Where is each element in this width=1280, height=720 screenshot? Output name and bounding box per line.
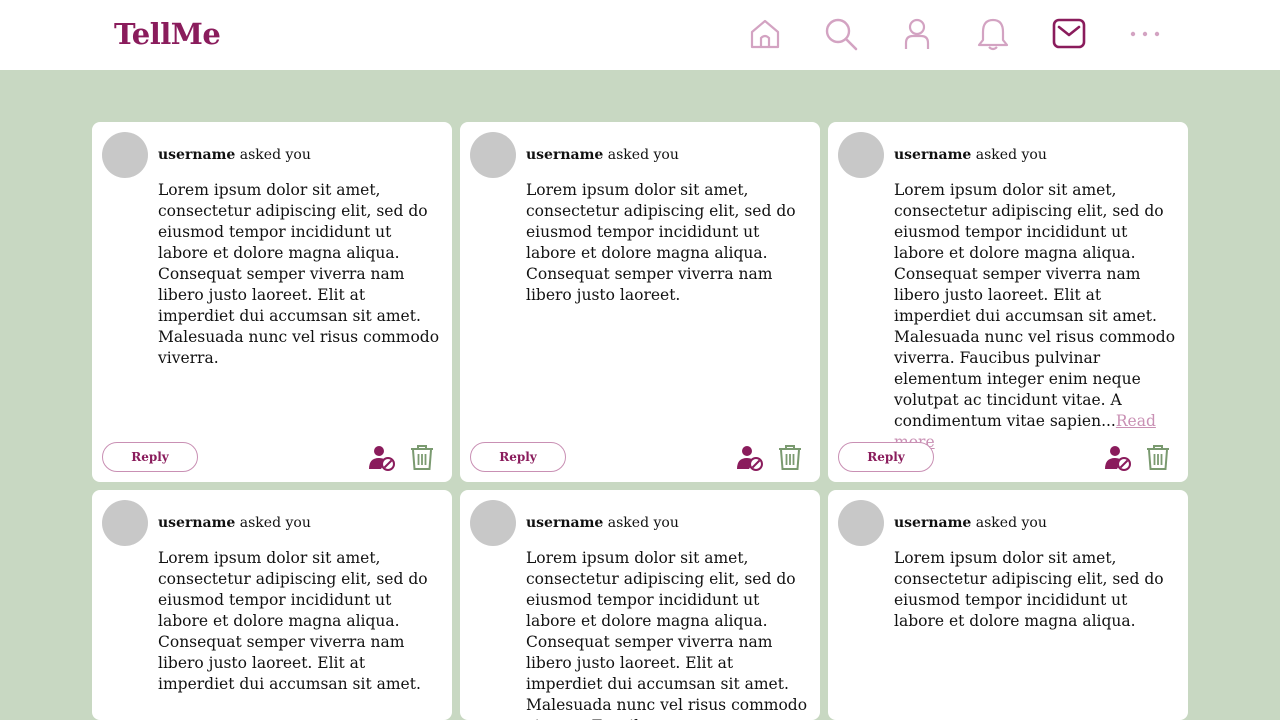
asked-line: username asked you	[894, 515, 1047, 531]
asked-text: asked you	[603, 515, 679, 531]
avatar[interactable]	[102, 500, 148, 546]
asked-line: username asked you	[158, 147, 311, 163]
question-text: Lorem ipsum dolor sit amet, consectetur …	[894, 548, 1176, 632]
asked-line: username asked you	[158, 515, 311, 531]
home-icon[interactable]	[747, 16, 783, 52]
asked-text: asked you	[971, 515, 1047, 531]
question-card: username asked you Lorem ipsum dolor sit…	[460, 122, 820, 482]
search-icon[interactable]	[823, 16, 859, 52]
question-body: Lorem ipsum dolor sit amet, consectetur …	[894, 181, 1176, 430]
reply-button[interactable]: Reply	[470, 442, 566, 472]
block-user-icon[interactable]	[1104, 444, 1132, 472]
asked-line: username asked you	[894, 147, 1047, 163]
block-user-icon[interactable]	[736, 444, 764, 472]
profile-icon[interactable]	[899, 16, 935, 52]
question-body: Lorem ipsum dolor sit amet, consectetur …	[158, 549, 428, 693]
avatar[interactable]	[838, 132, 884, 178]
asked-line: username asked you	[526, 515, 679, 531]
question-body: Lorem ipsum dolor sit amet, consectetur …	[526, 181, 796, 304]
app-logo[interactable]: TellMe	[114, 17, 221, 51]
avatar[interactable]	[470, 500, 516, 546]
trash-icon[interactable]	[1146, 444, 1170, 470]
bell-icon[interactable]	[975, 16, 1011, 52]
more-icon[interactable]	[1127, 16, 1163, 52]
question-text: Lorem ipsum dolor sit amet, consectetur …	[894, 180, 1176, 453]
asked-text: asked you	[235, 147, 311, 163]
avatar[interactable]	[102, 132, 148, 178]
username[interactable]: username	[526, 147, 603, 163]
question-text: Lorem ipsum dolor sit amet, consectetur …	[526, 180, 808, 306]
username[interactable]: username	[894, 147, 971, 163]
question-card: username asked you Lorem ipsum dolor sit…	[92, 122, 452, 482]
question-body: Lorem ipsum dolor sit amet, consectetur …	[158, 181, 440, 367]
question-body: Lorem ipsum dolor sit amet, consectetur …	[526, 549, 808, 720]
asked-text: asked you	[603, 147, 679, 163]
asked-text: asked you	[971, 147, 1047, 163]
username[interactable]: username	[158, 147, 235, 163]
username[interactable]: username	[526, 515, 603, 531]
question-text: Lorem ipsum dolor sit amet, consectetur …	[158, 180, 440, 369]
question-card: username asked you Lorem ipsum dolor sit…	[460, 490, 820, 720]
mail-icon[interactable]	[1051, 16, 1087, 52]
question-text: Lorem ipsum dolor sit amet, consectetur …	[158, 548, 440, 695]
trash-icon[interactable]	[778, 444, 802, 470]
trash-icon[interactable]	[410, 444, 434, 470]
asked-text: asked you	[235, 515, 311, 531]
question-card: username asked you Lorem ipsum dolor sit…	[828, 490, 1188, 720]
reply-button[interactable]: Reply	[102, 442, 198, 472]
question-body: Lorem ipsum dolor sit amet, consectetur …	[894, 549, 1164, 630]
avatar[interactable]	[838, 500, 884, 546]
question-card: username asked you Lorem ipsum dolor sit…	[92, 490, 452, 720]
username[interactable]: username	[158, 515, 235, 531]
question-card: username asked you Lorem ipsum dolor sit…	[828, 122, 1188, 482]
username[interactable]: username	[894, 515, 971, 531]
question-text: Lorem ipsum dolor sit amet, consectetur …	[526, 548, 808, 720]
top-bar: TellMe	[0, 0, 1280, 70]
asked-line: username asked you	[526, 147, 679, 163]
reply-button[interactable]: Reply	[838, 442, 934, 472]
block-user-icon[interactable]	[368, 444, 396, 472]
avatar[interactable]	[470, 132, 516, 178]
